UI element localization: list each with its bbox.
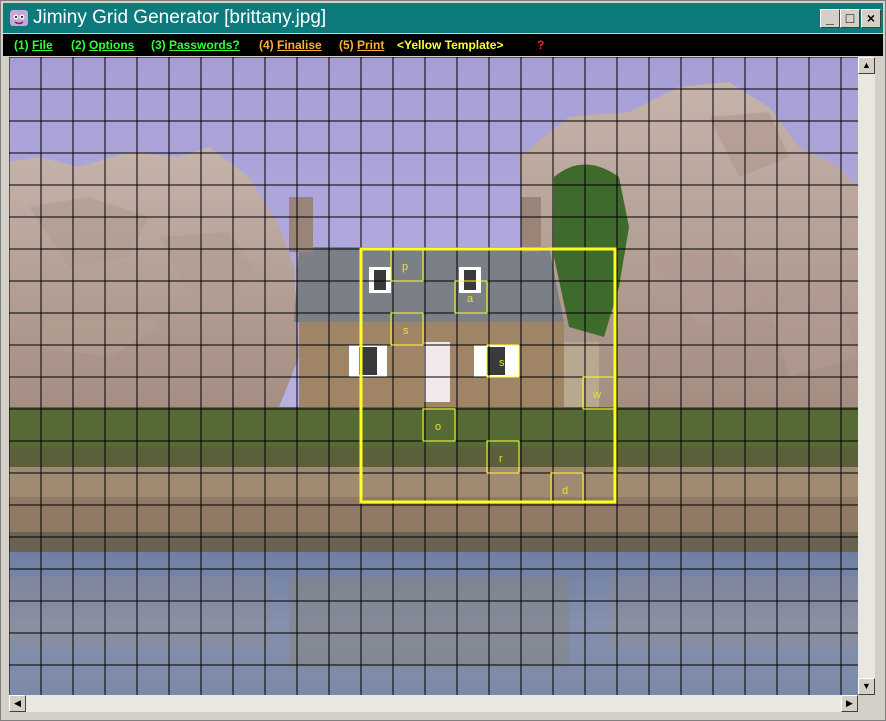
- horizontal-scrollbar[interactable]: ◀ ▶: [9, 695, 875, 712]
- vertical-scrollbar[interactable]: ▲ ▼: [858, 57, 875, 695]
- image-canvas[interactable]: p a s s w o r d: [9, 57, 858, 695]
- template-letter: w: [592, 389, 601, 401]
- minimize-button[interactable]: _: [820, 9, 840, 28]
- menu-yellow-template[interactable]: <Yellow Template>: [397, 34, 504, 56]
- maximize-button[interactable]: □: [840, 9, 860, 28]
- scrollbar-corner: [858, 695, 875, 712]
- scroll-up-button[interactable]: ▲: [858, 57, 875, 74]
- template-letter: s: [403, 325, 409, 337]
- template-letter: o: [435, 421, 441, 433]
- menu-file[interactable]: (1) File: [14, 34, 53, 56]
- app-window: Jiminy Grid Generator [brittany.jpg] _ □…: [0, 0, 886, 721]
- house-roof: [294, 247, 564, 322]
- menu-finalise[interactable]: (4) Finalise: [259, 34, 322, 56]
- app-icon: [10, 10, 28, 26]
- scroll-down-button[interactable]: ▼: [858, 678, 875, 695]
- template-letter: s: [499, 357, 505, 369]
- menu-options[interactable]: (2) Options: [71, 34, 134, 56]
- template-letter: d: [562, 485, 568, 497]
- scroll-left-button[interactable]: ◀: [9, 695, 26, 712]
- menu-bar: (1) File (2) Options (3) Passwords? (4) …: [3, 34, 883, 56]
- template-letter: p: [402, 261, 408, 273]
- menu-passwords[interactable]: (3) Passwords?: [151, 34, 240, 56]
- template-letter: a: [467, 293, 474, 305]
- menu-print[interactable]: (5) Print: [339, 34, 384, 56]
- template-letter: r: [499, 453, 503, 465]
- close-button[interactable]: ×: [861, 9, 881, 28]
- scroll-right-button[interactable]: ▶: [841, 695, 858, 712]
- title-bar[interactable]: Jiminy Grid Generator [brittany.jpg] _ □…: [3, 3, 883, 33]
- window-title: Jiminy Grid Generator [brittany.jpg]: [33, 7, 327, 28]
- menu-help[interactable]: ?: [537, 34, 544, 56]
- grid-image: p a s s w o r d: [9, 57, 858, 695]
